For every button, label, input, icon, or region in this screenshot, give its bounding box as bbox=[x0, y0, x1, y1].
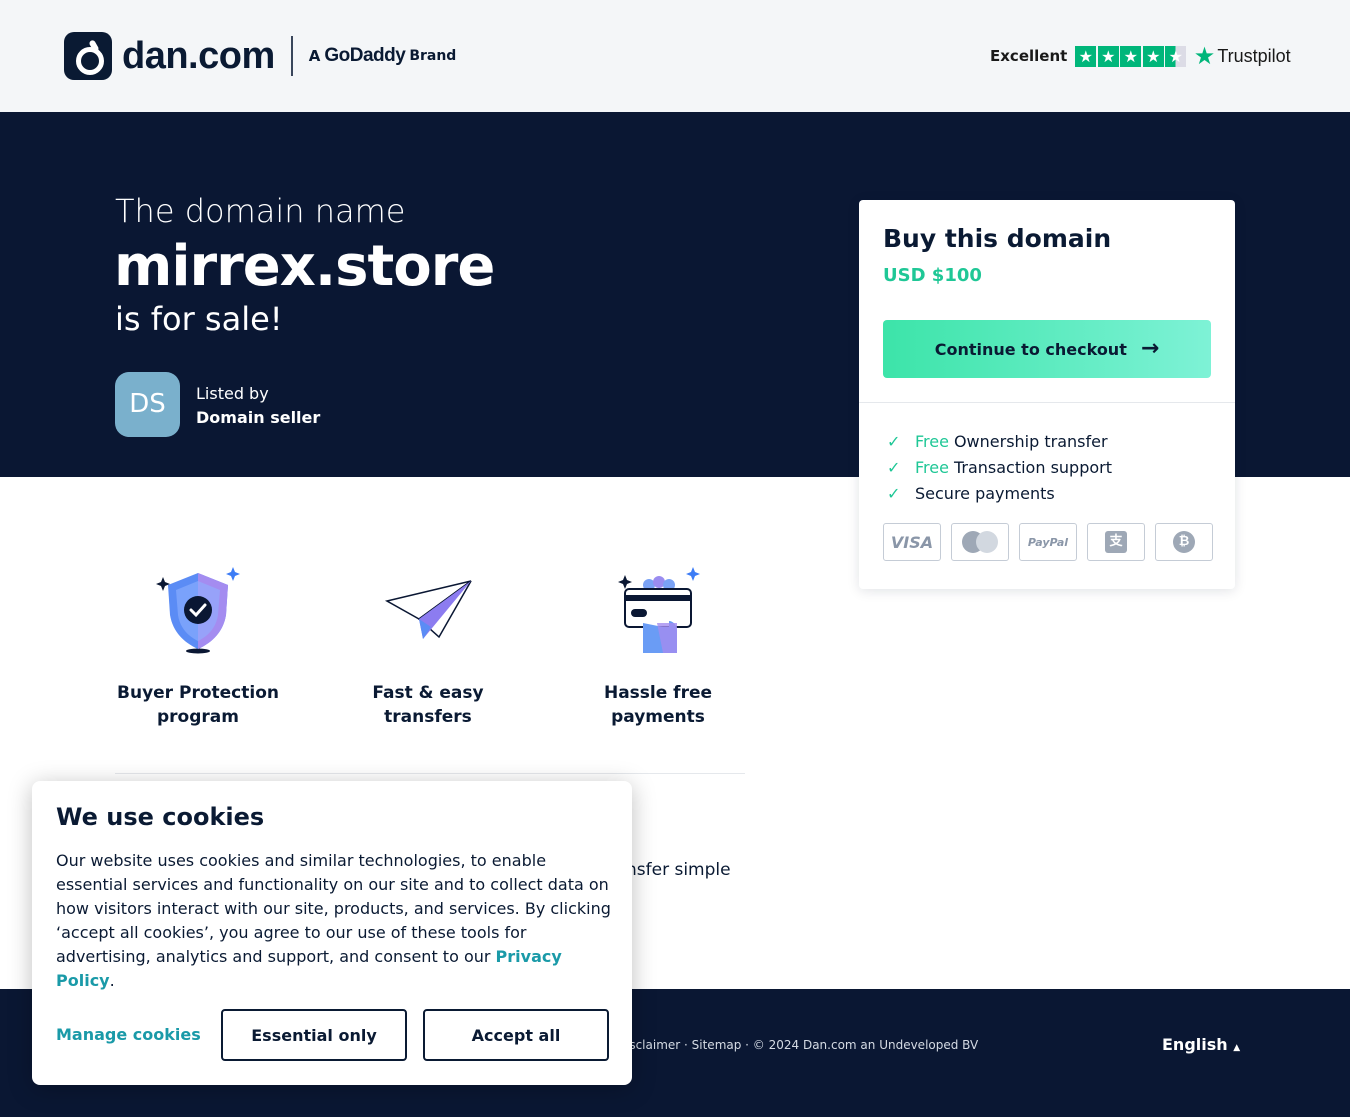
seller-avatar: DS bbox=[115, 372, 180, 437]
paper-plane-icon bbox=[384, 580, 472, 639]
listed-by-label: Listed by bbox=[196, 384, 269, 403]
footer-links[interactable]: isclaimer · Sitemap · © 2024 Dan.com an … bbox=[626, 1038, 978, 1052]
accept-all-button[interactable]: Accept all bbox=[423, 1009, 609, 1061]
buy-card-title: Buy this domain bbox=[883, 224, 1112, 253]
payment-methods: VISA PayPal 支 ₿ bbox=[883, 523, 1213, 561]
trustpilot-logo-icon: ★ bbox=[1193, 42, 1216, 70]
feature-list: ✓ Free Ownership transfer ✓ Free Transac… bbox=[887, 428, 1112, 506]
feature-item: ✓ Free Ownership transfer bbox=[887, 428, 1112, 454]
trustpilot-name: Trustpilot bbox=[1217, 45, 1291, 66]
benefit-label: Buyer Protection program bbox=[117, 683, 279, 727]
star-icon: ★ bbox=[1142, 45, 1164, 67]
benefit-label: Fast & easy transfers bbox=[372, 683, 484, 727]
caret-up-icon: ▲ bbox=[1233, 1043, 1241, 1053]
bitcoin-icon: ₿ bbox=[1155, 523, 1213, 561]
trustpilot-widget[interactable]: Excellent ★ ★ ★ ★ ★ ★ Trustpilot bbox=[990, 44, 1291, 68]
site-header: dan.com A GoDaddy Brand Excellent ★ ★ ★ … bbox=[0, 0, 1350, 112]
benefit-label: Hassle free payments bbox=[603, 683, 713, 727]
domain-price: USD $100 bbox=[883, 265, 982, 286]
transfer-description-text: nsfer simple bbox=[626, 860, 731, 880]
godaddy-logo: GoDaddy bbox=[324, 45, 406, 66]
feature-item: ✓ Free Transaction support bbox=[887, 454, 1112, 480]
shield-icon bbox=[156, 567, 240, 654]
dan-logo-icon bbox=[64, 32, 112, 80]
half-star-icon: ★ bbox=[1165, 45, 1187, 67]
feature-text: Transaction support bbox=[953, 457, 1112, 477]
buy-domain-card: Buy this domain USD $100 Continue to che… bbox=[859, 200, 1235, 589]
logo[interactable]: dan.com A GoDaddy Brand bbox=[64, 32, 456, 80]
brand-suffix: Brand bbox=[409, 48, 457, 64]
benefit-hassle-free-payments: Hassle free payments bbox=[558, 565, 758, 729]
trustpilot-rating-label: Excellent bbox=[990, 47, 1068, 65]
checkout-button-label: Continue to checkout bbox=[934, 339, 1127, 359]
feature-text: Ownership transfer bbox=[953, 431, 1108, 451]
free-badge: Free bbox=[915, 431, 949, 451]
mastercard-icon bbox=[951, 523, 1009, 561]
seller-name: Domain seller bbox=[196, 408, 321, 427]
section-divider bbox=[115, 773, 745, 774]
logo-text: dan.com bbox=[122, 34, 275, 77]
continue-to-checkout-button[interactable]: Continue to checkout → bbox=[883, 320, 1211, 378]
card-divider bbox=[859, 402, 1235, 403]
feature-text: Secure payments bbox=[915, 483, 1055, 503]
arrow-right-icon: → bbox=[1140, 336, 1160, 361]
payment-card-icon bbox=[618, 567, 700, 653]
brand-prefix: A bbox=[308, 47, 321, 65]
visa-icon: VISA bbox=[883, 523, 941, 561]
paypal-icon: PayPal bbox=[1019, 523, 1077, 561]
star-icon: ★ bbox=[1120, 45, 1142, 67]
manage-cookies-link[interactable]: Manage cookies bbox=[56, 1025, 201, 1044]
hero-post-text: is for sale! bbox=[115, 300, 283, 338]
logo-divider bbox=[290, 36, 293, 76]
benefit-buyer-protection: Buyer Protection program bbox=[98, 565, 298, 729]
hero-pre-text: The domain name bbox=[115, 192, 406, 230]
check-icon: ✓ bbox=[887, 431, 901, 451]
check-icon: ✓ bbox=[887, 483, 901, 503]
cookie-banner: We use cookies Our website uses cookies … bbox=[32, 781, 632, 1085]
language-label: English bbox=[1162, 1035, 1228, 1054]
benefit-fast-transfers: Fast & easy transfers bbox=[328, 565, 528, 729]
language-selector[interactable]: English ▲ bbox=[1162, 1035, 1240, 1054]
domain-name: mirrex.store bbox=[114, 234, 495, 299]
alipay-icon: 支 bbox=[1087, 523, 1145, 561]
star-icon: ★ bbox=[1097, 45, 1119, 67]
check-icon: ✓ bbox=[887, 457, 901, 477]
free-badge: Free bbox=[915, 457, 949, 477]
cookie-title: We use cookies bbox=[56, 803, 265, 831]
trustpilot-stars: ★ ★ ★ ★ ★ bbox=[1075, 45, 1188, 67]
feature-item: ✓ Secure payments bbox=[887, 480, 1112, 506]
cookie-text: Our website uses cookies and similar tec… bbox=[56, 851, 611, 990]
essential-only-button[interactable]: Essential only bbox=[221, 1009, 407, 1061]
star-icon: ★ bbox=[1075, 45, 1097, 67]
